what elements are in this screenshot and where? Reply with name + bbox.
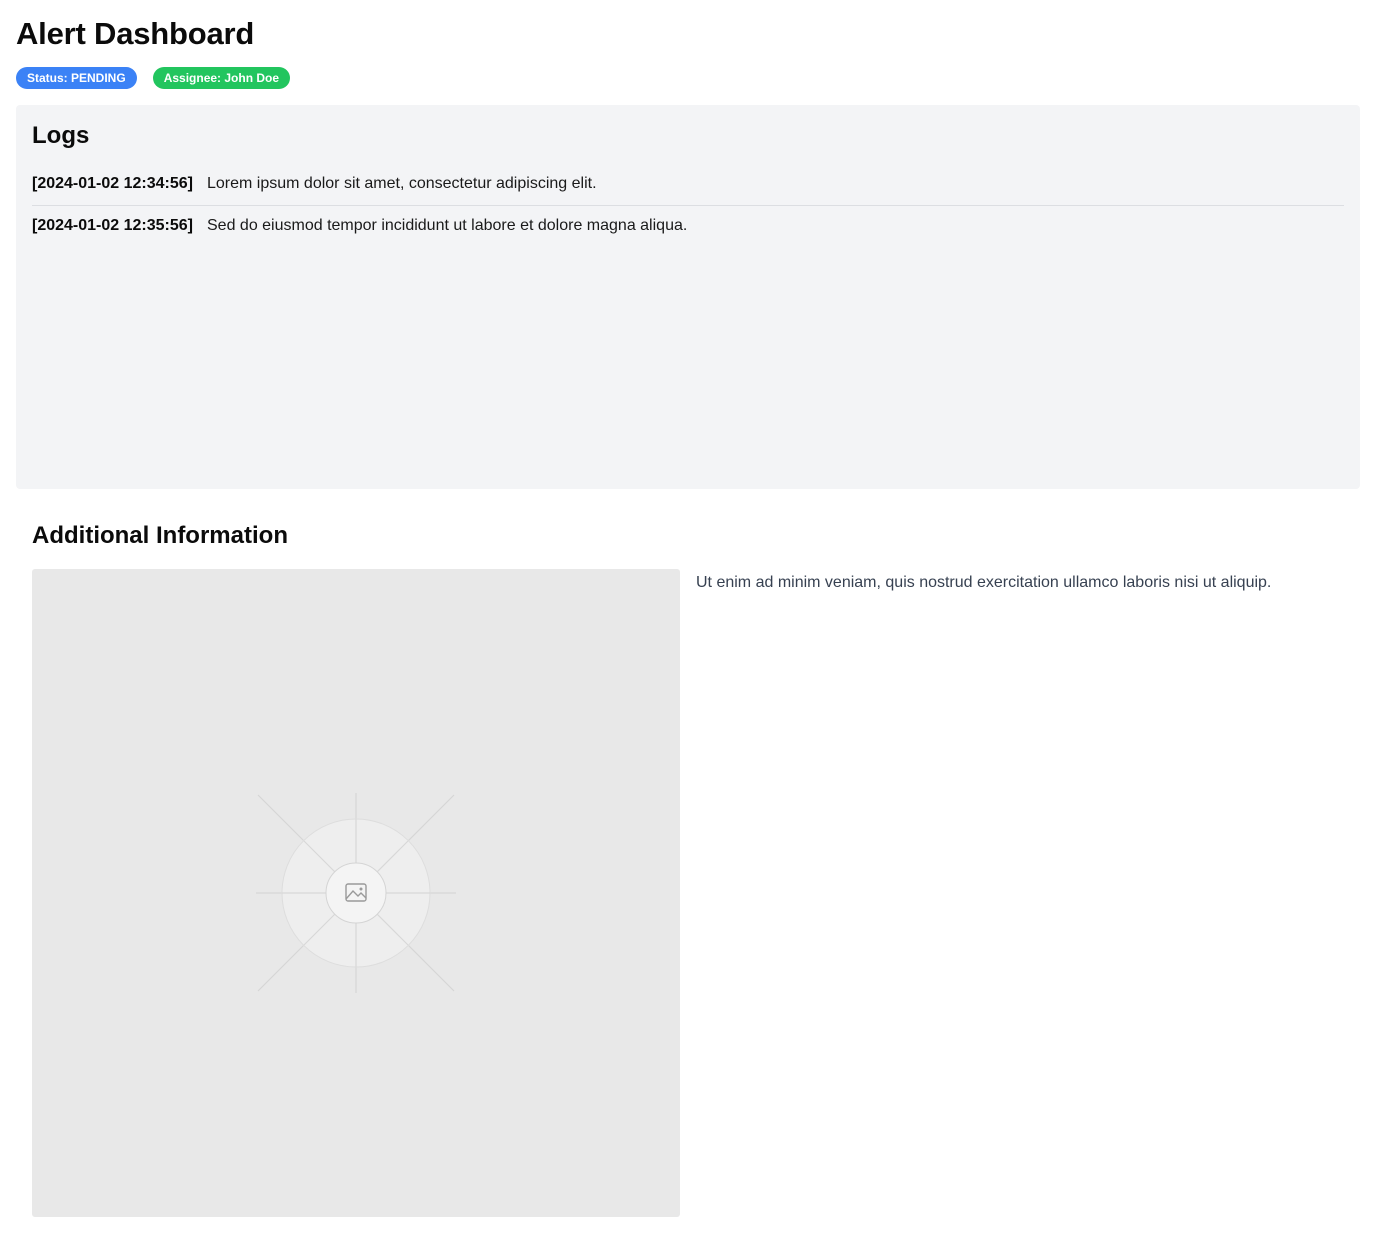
additional-information-body: Ut enim ad minim veniam, quis nostrud ex…	[32, 569, 1344, 1217]
logs-panel: Logs [2024-01-02 12:34:56] Lorem ipsum d…	[16, 105, 1360, 489]
status-badge: Status: PENDING	[16, 67, 137, 89]
log-entry: [2024-01-02 12:35:56] Sed do eiusmod tem…	[32, 205, 1344, 246]
additional-information-title: Additional Information	[32, 522, 288, 549]
log-message: Sed do eiusmod tempor incididunt ut labo…	[207, 217, 688, 234]
image-placeholder	[32, 569, 680, 1217]
image-placeholder-graphic	[256, 793, 456, 993]
assignee-badge: Assignee: John Doe	[152, 67, 291, 89]
page: Alert Dashboard Status: PENDING Assignee…	[0, 0, 1376, 1250]
additional-information-text: Ut enim ad minim veniam, quis nostrud ex…	[696, 574, 1272, 591]
log-message: Lorem ipsum dolor sit amet, consectetur …	[207, 175, 597, 192]
log-timestamp: [2024-01-02 12:34:56]	[32, 175, 193, 192]
page-title: Alert Dashboard	[16, 16, 255, 51]
logs-title: Logs	[32, 122, 90, 149]
log-entry: [2024-01-02 12:34:56] Lorem ipsum dolor …	[32, 169, 1344, 205]
additional-information-section: Additional Information Ut enim ad minim …	[16, 521, 1360, 1217]
log-timestamp: [2024-01-02 12:35:56]	[32, 217, 193, 234]
log-list: [2024-01-02 12:34:56] Lorem ipsum dolor …	[32, 169, 1344, 246]
badge-row: Status: PENDING Assignee: John Doe	[16, 67, 1360, 89]
